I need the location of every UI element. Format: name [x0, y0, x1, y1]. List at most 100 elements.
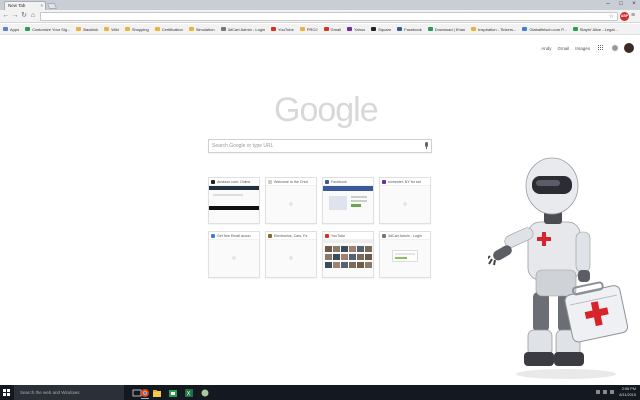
excel-icon[interactable]: X — [184, 387, 194, 398]
tile-header: Get free Email accou — [209, 232, 259, 240]
bookmark-label: Inspiration - Tinkers... — [478, 26, 517, 32]
gmail-link[interactable]: Gmail — [557, 46, 569, 51]
chrome-menu-icon[interactable]: ≡ — [631, 12, 635, 20]
windows-taskbar: Search the web and Windows X 2:56 PM 8/1… — [0, 385, 640, 400]
most-visited-tile[interactable]: 3dCart Admin - Login — [379, 231, 431, 278]
bookmark-item[interactable]: Stayin' Alive - Legal... — [572, 27, 618, 32]
bookmark-item[interactable]: YouTube — [271, 27, 294, 32]
search-input[interactable]: Search Google or type URL — [208, 139, 432, 153]
tile-favicon-icon — [211, 179, 215, 184]
tile-header: Facebook — [323, 178, 373, 186]
volume-icon[interactable] — [603, 390, 607, 394]
bookmark-item[interactable]: Backlink — [76, 27, 98, 32]
most-visited-tile[interactable]: YouTube — [322, 231, 374, 278]
bookmark-label: 3dCart Admin - Login — [227, 26, 266, 32]
tile-header: Amazon.com: Online — [209, 178, 259, 186]
most-visited-tile[interactable]: Amazon.com: Online — [208, 177, 260, 224]
bookmark-item[interactable]: Square — [371, 27, 391, 32]
home-icon[interactable]: ⌂ — [29, 12, 37, 20]
most-visited-tile[interactable]: rochester, NY for sal — [379, 177, 431, 224]
tab-close-icon[interactable]: × — [40, 3, 43, 8]
bookmark-item[interactable]: Simulation — [188, 27, 215, 32]
tile-thumbnail — [266, 240, 316, 277]
bookmark-favicon-icon — [25, 27, 31, 31]
bookmark-item[interactable]: Download | Khan — [427, 26, 466, 32]
back-icon[interactable]: ← — [2, 12, 10, 20]
bookmark-item[interactable]: Certification — [154, 27, 183, 32]
bookmark-item[interactable]: Wiki — [104, 27, 119, 32]
bookmark-label: Download | Khan — [434, 26, 466, 32]
bookmark-item[interactable]: Gmail — [323, 27, 341, 32]
bookmark-favicon-icon — [371, 27, 377, 31]
most-visited-tile[interactable]: Electronics, Cars, Fa — [265, 231, 317, 278]
tab-new-tab[interactable]: New Tab × — [4, 1, 46, 10]
tile-favicon-icon — [382, 233, 386, 238]
network-icon[interactable] — [596, 390, 600, 394]
bookmark-item[interactable]: Glabalfelsch.com P... — [522, 26, 567, 32]
most-visited-tile[interactable]: Get free Email accou — [208, 231, 260, 278]
tile-favicon-icon — [211, 233, 215, 238]
bookmark-favicon-icon — [397, 27, 403, 31]
bookmark-star-icon[interactable]: ☆ — [609, 13, 614, 20]
bookmark-item[interactable]: Yahoo — [346, 26, 366, 32]
tile-title: Get free Email accou — [217, 233, 251, 238]
minimize-button[interactable]: – — [602, 0, 614, 8]
tile-header: Welcome to the Cred — [266, 178, 316, 186]
images-link[interactable]: Images — [575, 46, 590, 51]
apps-grid-icon[interactable] — [598, 45, 604, 51]
bookmark-favicon-icon — [346, 27, 352, 31]
bookmark-item[interactable]: PROJ — [299, 27, 318, 32]
forward-icon[interactable]: → — [11, 12, 19, 20]
bookmark-label: Wiki — [111, 26, 119, 32]
clock[interactable]: 2:56 PM 8/11/2015 — [619, 386, 636, 398]
bookmark-favicon-icon — [104, 27, 110, 31]
user-link[interactable]: Andy — [541, 46, 551, 51]
bookmark-favicon-icon — [522, 27, 528, 31]
system-tray — [593, 390, 614, 394]
bookmark-item[interactable]: Apps — [3, 27, 19, 32]
tile-thumbnail — [380, 240, 430, 277]
file-explorer-icon[interactable] — [152, 387, 162, 398]
new-tab-button[interactable] — [46, 3, 58, 9]
bookmark-favicon-icon — [220, 27, 226, 31]
most-visited-tile[interactable]: Facebook — [322, 177, 374, 224]
chrome-taskbar-icon[interactable] — [140, 387, 150, 399]
title-bar: New Tab × – □ × — [0, 0, 640, 10]
bookmark-item[interactable]: Facebook — [397, 27, 422, 32]
notifications-icon[interactable] — [612, 45, 618, 51]
tile-thumbnail — [266, 186, 316, 223]
top-links: Andy Gmail Images — [535, 43, 634, 53]
tile-thumbnail — [209, 240, 259, 277]
bookmark-label: Glabalfelsch.com P... — [529, 26, 567, 32]
bookmark-item[interactable]: Customize Your Sig... — [25, 27, 70, 32]
address-bar[interactable]: ☆ — [40, 12, 618, 21]
tile-title: Amazon.com: Online — [217, 179, 251, 184]
bookmark-item[interactable]: Shopping — [124, 27, 149, 32]
windows-start-icon[interactable] — [3, 389, 10, 396]
app-pinned-icon[interactable] — [200, 387, 210, 398]
tile-thumbnail — [323, 186, 373, 223]
close-window-button[interactable]: × — [628, 0, 640, 8]
maximize-button[interactable]: □ — [615, 0, 627, 8]
tile-header: rochester, NY for sal — [380, 178, 430, 186]
bookmark-item[interactable]: 3dCart Admin - Login — [220, 26, 266, 32]
tile-favicon-icon — [382, 179, 386, 184]
tile-favicon-icon — [268, 233, 272, 238]
bookmark-favicon-icon — [154, 27, 160, 31]
most-visited-tile[interactable]: Welcome to the Cred — [265, 177, 317, 224]
taskbar-search-input[interactable]: Search the web and Windows — [14, 385, 124, 400]
microphone-icon[interactable] — [424, 142, 428, 150]
reload-icon[interactable]: ↻ — [20, 12, 28, 20]
notification-center-icon[interactable] — [610, 390, 614, 394]
bookmark-item[interactable]: Inspiration - Tinkers... — [471, 27, 516, 32]
bookmark-favicon-icon — [572, 27, 578, 31]
bookmark-favicon-icon — [299, 27, 305, 31]
tile-thumbnail — [380, 186, 430, 223]
store-icon[interactable] — [168, 387, 178, 398]
avatar[interactable] — [624, 43, 634, 53]
robot-wallpaper-image — [488, 157, 628, 379]
bookmark-favicon-icon — [76, 27, 82, 31]
adblock-extension-icon[interactable]: ABP — [620, 12, 629, 21]
tile-favicon-icon — [325, 233, 329, 238]
bookmark-label: Yahoo — [353, 26, 366, 32]
